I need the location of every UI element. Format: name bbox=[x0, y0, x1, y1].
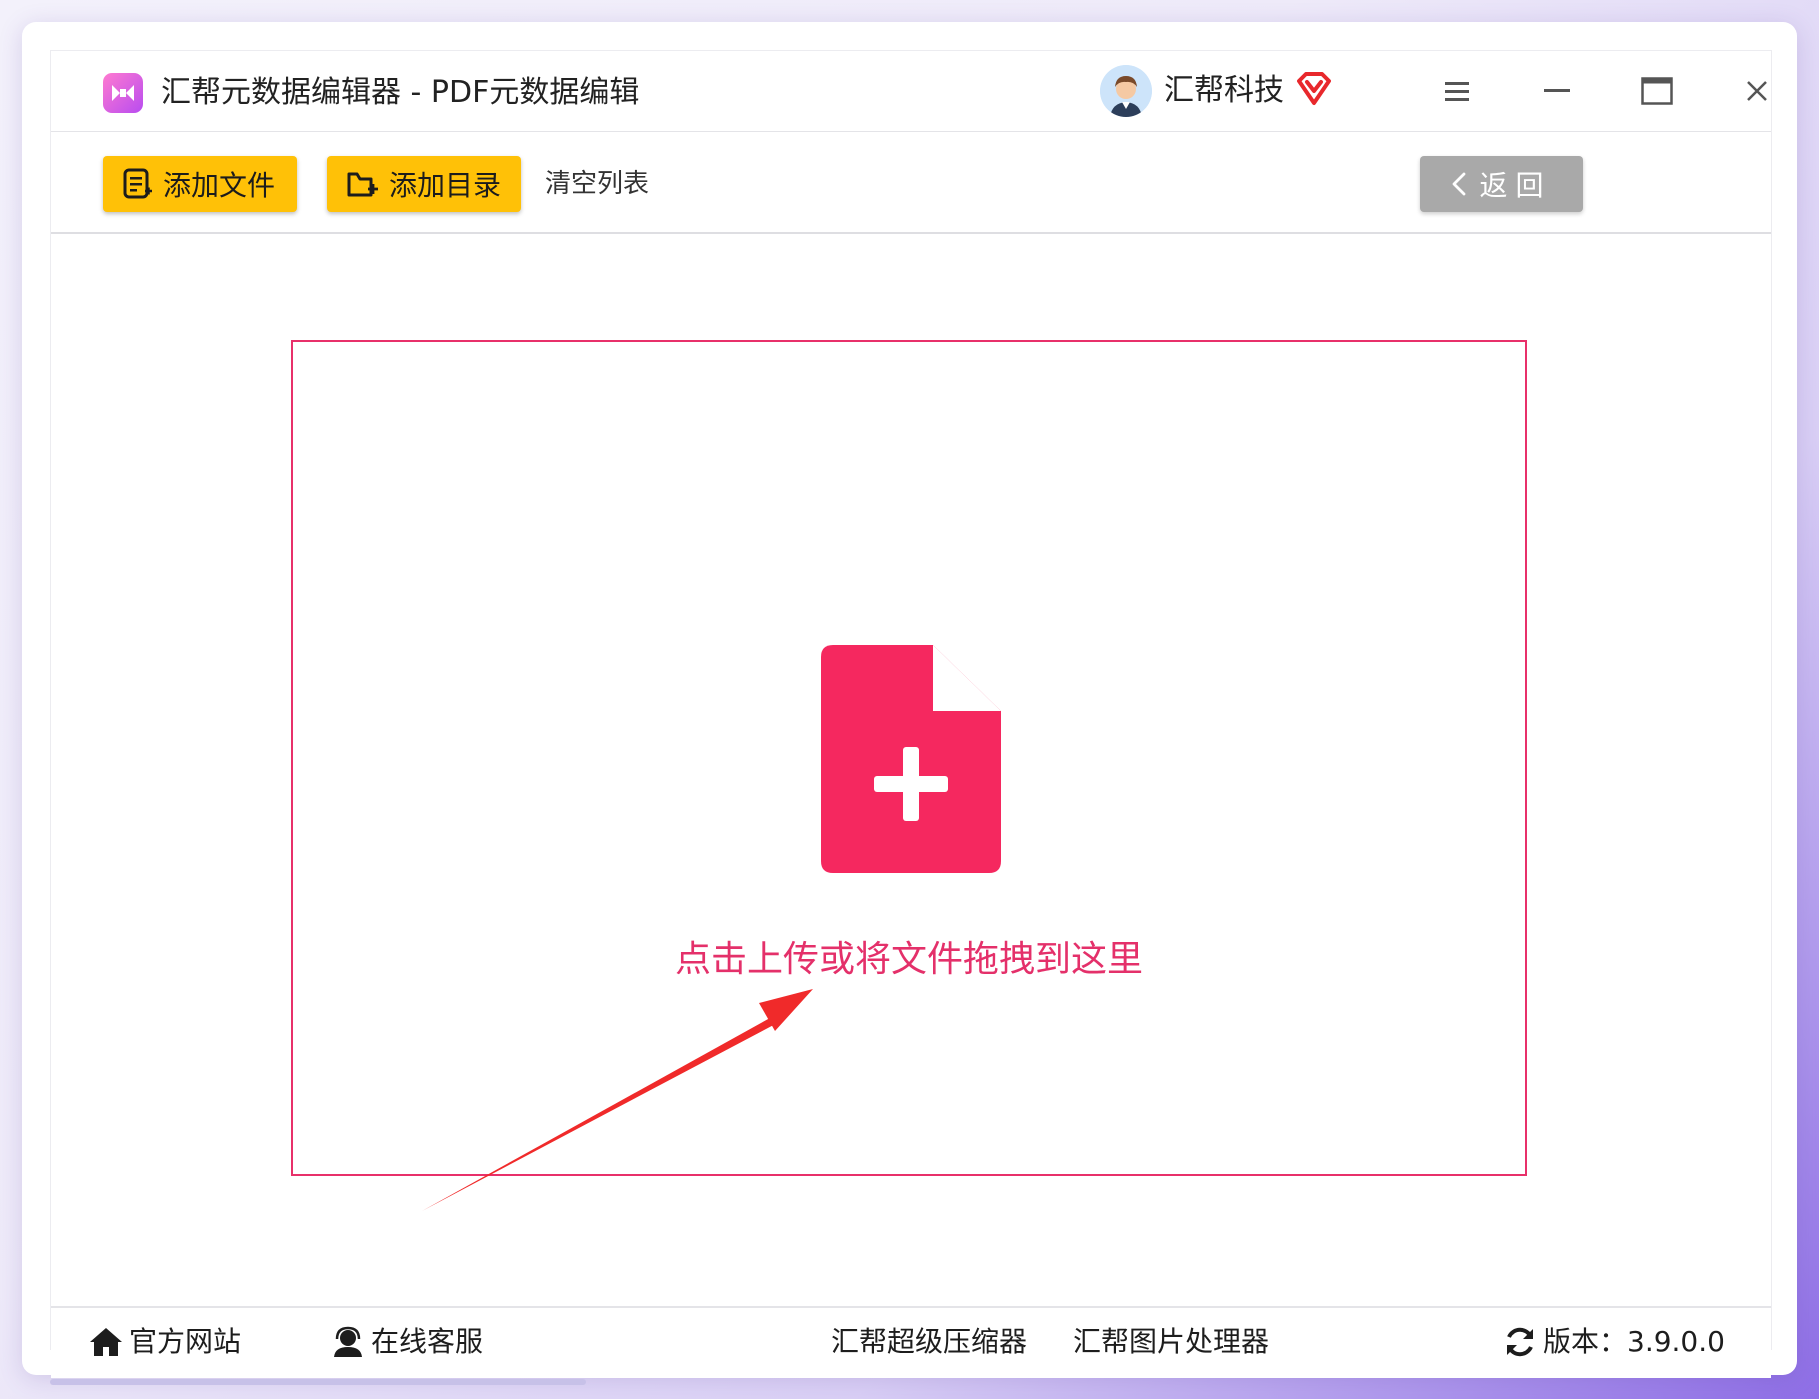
maximize-icon[interactable] bbox=[1635, 71, 1679, 111]
headset-icon bbox=[334, 1326, 362, 1357]
menu-icon[interactable] bbox=[1435, 71, 1479, 111]
back-label: 返回 bbox=[1479, 169, 1552, 202]
add-file-label: 添加文件 bbox=[163, 169, 276, 202]
avatar[interactable] bbox=[1100, 65, 1152, 117]
drop-hint-text: 点击上传或将文件拖拽到这里 bbox=[674, 939, 1143, 980]
add-file-button[interactable]: 添加文件 bbox=[103, 156, 297, 212]
version-info[interactable]: 版本：3.9.0.0 bbox=[1503, 1322, 1725, 1362]
add-folder-icon bbox=[347, 172, 378, 197]
official-site-label: 官方网站 bbox=[129, 1325, 242, 1358]
refresh-icon bbox=[1507, 1327, 1533, 1357]
file-plus-icon[interactable] bbox=[821, 645, 1001, 877]
add-file-icon bbox=[123, 168, 152, 199]
app-logo-icon bbox=[103, 73, 143, 113]
official-site-link[interactable]: 官方网站 bbox=[89, 1322, 241, 1362]
close-icon[interactable] bbox=[1735, 71, 1779, 111]
minimize-icon[interactable] bbox=[1535, 71, 1579, 111]
vip-diamond-icon[interactable] bbox=[1295, 71, 1333, 111]
online-service-label: 在线客服 bbox=[371, 1325, 484, 1358]
toolbar: 添加文件 添加目录 清空列表 返回 bbox=[51, 132, 1771, 234]
compressor-link[interactable]: 汇帮超级压缩器 bbox=[831, 1322, 1027, 1362]
chevron-left-icon bbox=[1453, 172, 1466, 196]
home-icon bbox=[90, 1328, 122, 1356]
clear-list-button[interactable]: 清空列表 bbox=[545, 166, 649, 202]
add-directory-label: 添加目录 bbox=[389, 169, 502, 202]
version-label: 版本：3.9.0.0 bbox=[1543, 1325, 1725, 1358]
back-button[interactable]: 返回 bbox=[1420, 156, 1583, 212]
window-content: 汇帮元数据编辑器 - PDF元数据编辑 汇帮科技 添加文件 添加目录 清空列表 … bbox=[50, 50, 1772, 1378]
footer-bar: 官方网站 在线客服 汇帮超级压缩器 汇帮图片处理器 版本：3.9.0.0 bbox=[51, 1306, 1771, 1378]
bottom-scroll-strip bbox=[50, 1379, 586, 1385]
file-drop-zone[interactable]: 点击上传或将文件拖拽到这里 bbox=[291, 340, 1527, 1176]
app-title: 汇帮元数据编辑器 - PDF元数据编辑 bbox=[161, 75, 640, 110]
online-service-link[interactable]: 在线客服 bbox=[331, 1322, 483, 1362]
title-bar: 汇帮元数据编辑器 - PDF元数据编辑 汇帮科技 bbox=[51, 51, 1771, 132]
app-window: 汇帮元数据编辑器 - PDF元数据编辑 汇帮科技 添加文件 添加目录 清空列表 … bbox=[22, 22, 1797, 1378]
add-directory-button[interactable]: 添加目录 bbox=[327, 156, 521, 212]
company-name: 汇帮科技 bbox=[1164, 73, 1284, 108]
image-processor-link[interactable]: 汇帮图片处理器 bbox=[1073, 1322, 1269, 1362]
